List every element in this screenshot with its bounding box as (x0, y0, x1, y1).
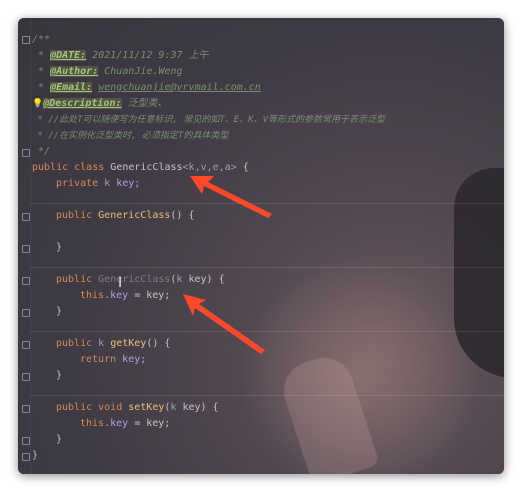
annotation-arrow-1 (190, 176, 272, 218)
annotation-arrows (183, 176, 272, 354)
annotation-arrow-2 (183, 294, 265, 354)
code-editor-window: /** * @DATE: 2021/11/12 9:37 上午 * @Autho… (18, 18, 504, 474)
